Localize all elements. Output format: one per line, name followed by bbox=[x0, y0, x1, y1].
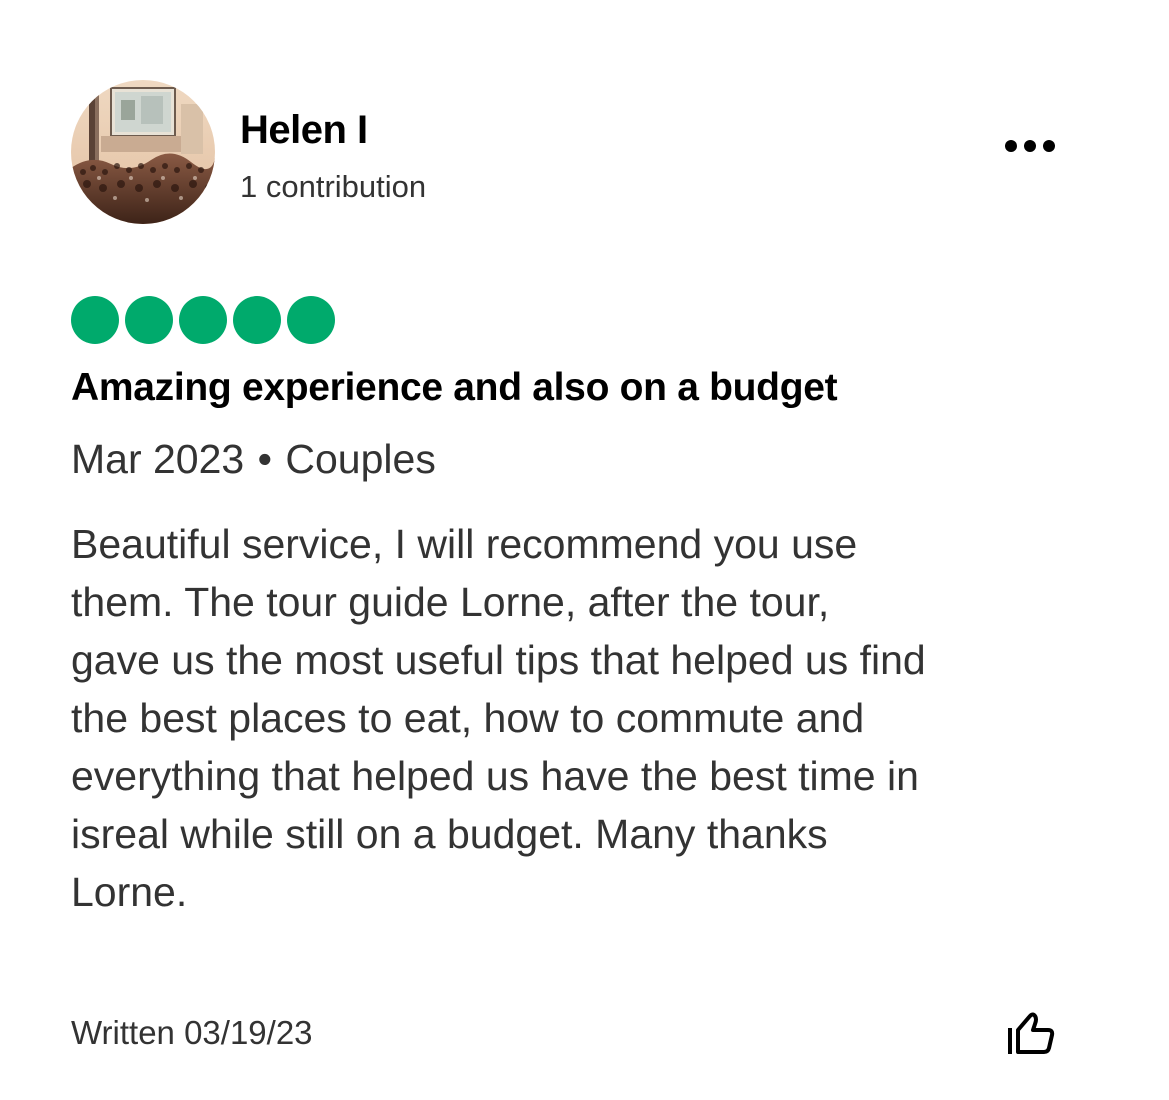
avatar-photo bbox=[71, 80, 215, 224]
review-meta: Mar 2023 • Couples bbox=[71, 434, 436, 484]
review-title[interactable]: Amazing experience and also on a budget bbox=[71, 364, 838, 412]
rating-bubble-filled bbox=[125, 296, 173, 344]
trip-type: Couples bbox=[285, 436, 436, 482]
review-body-line: Beautiful service, I will recommend you … bbox=[71, 521, 858, 567]
rating-bubble-filled bbox=[287, 296, 335, 344]
review-body-line: everything that helped us have the best … bbox=[71, 753, 919, 799]
meta-separator: • bbox=[257, 436, 272, 482]
contribution-count: 1 contribution bbox=[240, 169, 427, 204]
review-card: Helen I 1 contribution Amazing experienc… bbox=[0, 0, 1169, 1100]
review-body-line: gave us the most useful tips that helped… bbox=[71, 637, 926, 683]
helpful-vote-button[interactable] bbox=[1000, 1006, 1060, 1060]
rating-bubble-filled bbox=[233, 296, 281, 344]
rating-bubble-filled bbox=[71, 296, 119, 344]
review-body: Beautiful service, I will recommend you … bbox=[71, 515, 1111, 921]
rating-bubble-filled bbox=[179, 296, 227, 344]
bubble-rating bbox=[71, 296, 335, 344]
review-body-line: the best places to eat, how to commute a… bbox=[71, 695, 865, 741]
review-body-line: them. The tour guide Lorne, after the to… bbox=[71, 579, 830, 625]
review-body-line: Lorne. bbox=[71, 869, 188, 915]
written-date: Written 03/19/23 bbox=[71, 1014, 313, 1051]
review-body-line: isreal while still on a budget. Many tha… bbox=[71, 811, 828, 857]
user-avatar[interactable] bbox=[71, 80, 215, 224]
more-options-button[interactable] bbox=[996, 124, 1064, 168]
more-options-icon bbox=[1005, 140, 1055, 152]
user-name[interactable]: Helen I bbox=[240, 106, 368, 154]
trip-date: Mar 2023 bbox=[71, 436, 245, 482]
thumbs-up-icon bbox=[1008, 1012, 1055, 1054]
